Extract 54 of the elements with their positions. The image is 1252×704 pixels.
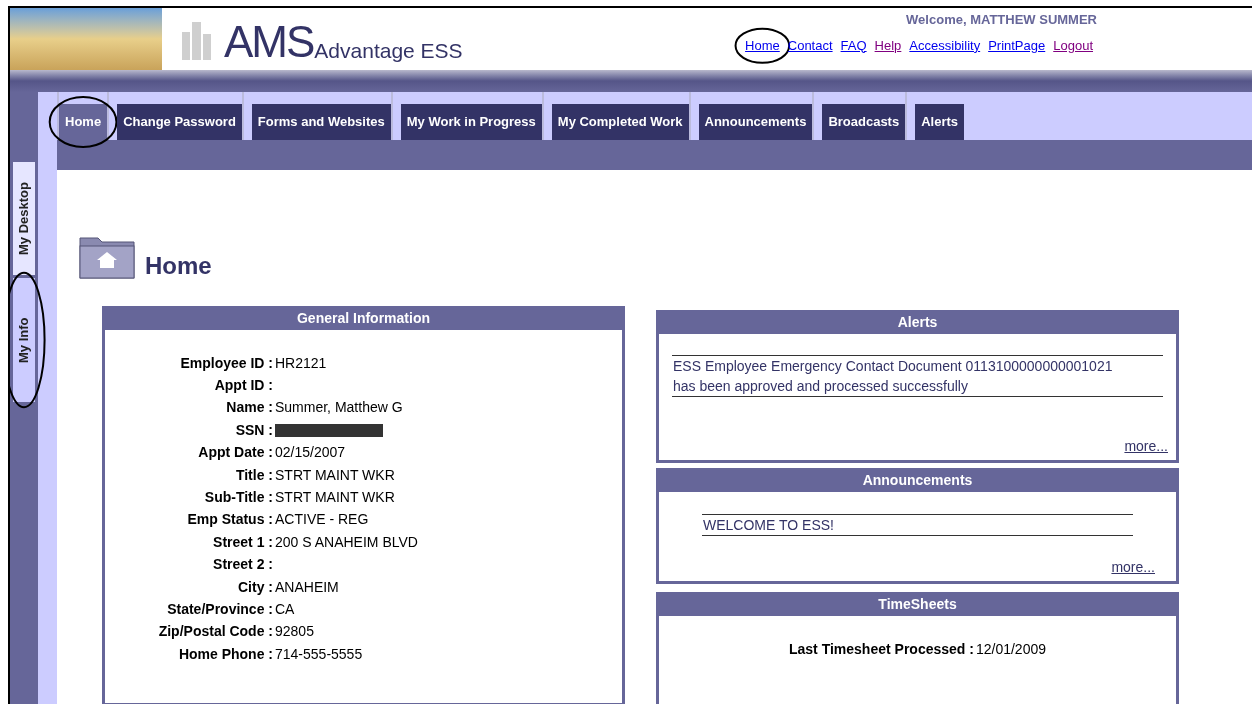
logo-subtitle: Advantage ESS bbox=[314, 39, 463, 64]
field-value: ANAHEIM bbox=[275, 577, 339, 597]
field-label: Appt Date : bbox=[197, 443, 273, 463]
field-value: 200 S ANAHEIM BLVD bbox=[275, 532, 418, 552]
panel-title: Announcements bbox=[659, 468, 1176, 492]
more-link[interactable]: more... bbox=[1124, 436, 1168, 457]
field-label: Employee ID : bbox=[179, 353, 273, 373]
field-value: STRT MAINT WKR bbox=[275, 488, 395, 508]
field-label: Sub-Title : bbox=[203, 488, 273, 508]
field-label: Emp Status : bbox=[186, 510, 273, 530]
field-label: Home Phone : bbox=[177, 644, 273, 664]
field-label: Last Timesheet Processed : bbox=[789, 640, 974, 659]
panel-title: Alerts bbox=[659, 310, 1176, 334]
more-link[interactable]: more... bbox=[1111, 557, 1155, 578]
field-value: 12/01/2009 bbox=[975, 640, 1046, 659]
header-link[interactable]: Help bbox=[874, 37, 902, 53]
field-label: Title : bbox=[234, 465, 273, 485]
nav-tab[interactable]: Change Password bbox=[117, 104, 242, 140]
field-value: 02/15/2007 bbox=[275, 443, 346, 463]
field-label: Appt ID : bbox=[213, 376, 273, 396]
panel-title: TimeSheets bbox=[659, 592, 1176, 616]
nav-tab[interactable]: Announcements bbox=[698, 104, 813, 140]
header-link[interactable]: Logout bbox=[1053, 37, 1093, 53]
nav-tab[interactable]: Broadcasts bbox=[822, 104, 906, 140]
message-text: WELCOME TO ESS! bbox=[702, 515, 1133, 536]
field-label: Name : bbox=[225, 398, 273, 418]
nav-tab[interactable]: Alerts bbox=[915, 104, 965, 140]
welcome-text: Welcome, MATTHEW SUMMER bbox=[906, 11, 1097, 29]
nav-tab[interactable]: My Work in Progress bbox=[400, 104, 542, 140]
field-value: HR2121 bbox=[275, 353, 327, 373]
side-tab[interactable]: My Info bbox=[13, 278, 35, 402]
field-label: City : bbox=[237, 577, 273, 597]
field-label: Street 1 : bbox=[212, 532, 273, 552]
logo-text: AMS bbox=[224, 20, 314, 64]
field-value: 92805 bbox=[275, 622, 314, 642]
nav-tab[interactable]: Forms and Websites bbox=[251, 104, 391, 140]
side-tab[interactable]: My Desktop bbox=[13, 162, 35, 275]
field-value: CA bbox=[275, 600, 295, 619]
message-text: ESS Employee Emergency Contact Document 0113100000000001021 has been approved and processed successfully bbox=[672, 356, 1163, 397]
page-title: Home bbox=[145, 254, 212, 278]
field-label: SSN : bbox=[234, 420, 273, 440]
field-label: Street 2 : bbox=[212, 555, 273, 575]
header-link[interactable]: FAQ bbox=[840, 37, 867, 53]
field-label: State/Province : bbox=[166, 600, 273, 619]
nav-tab[interactable]: My Completed Work bbox=[551, 104, 689, 140]
field-value: ACTIVE - REG bbox=[275, 510, 369, 530]
field-value: 714-555-5555 bbox=[275, 644, 363, 664]
header-link[interactable]: Accessibility bbox=[909, 37, 981, 53]
nav-tab[interactable]: Home bbox=[59, 104, 108, 140]
field-value: STRT MAINT WKR bbox=[275, 465, 395, 485]
field-value: Summer, Matthew G bbox=[275, 398, 403, 418]
header-link[interactable]: PrintPage bbox=[988, 37, 1046, 53]
panel-title: General Information bbox=[105, 306, 622, 330]
field-label: Zip/Postal Code : bbox=[157, 622, 273, 642]
